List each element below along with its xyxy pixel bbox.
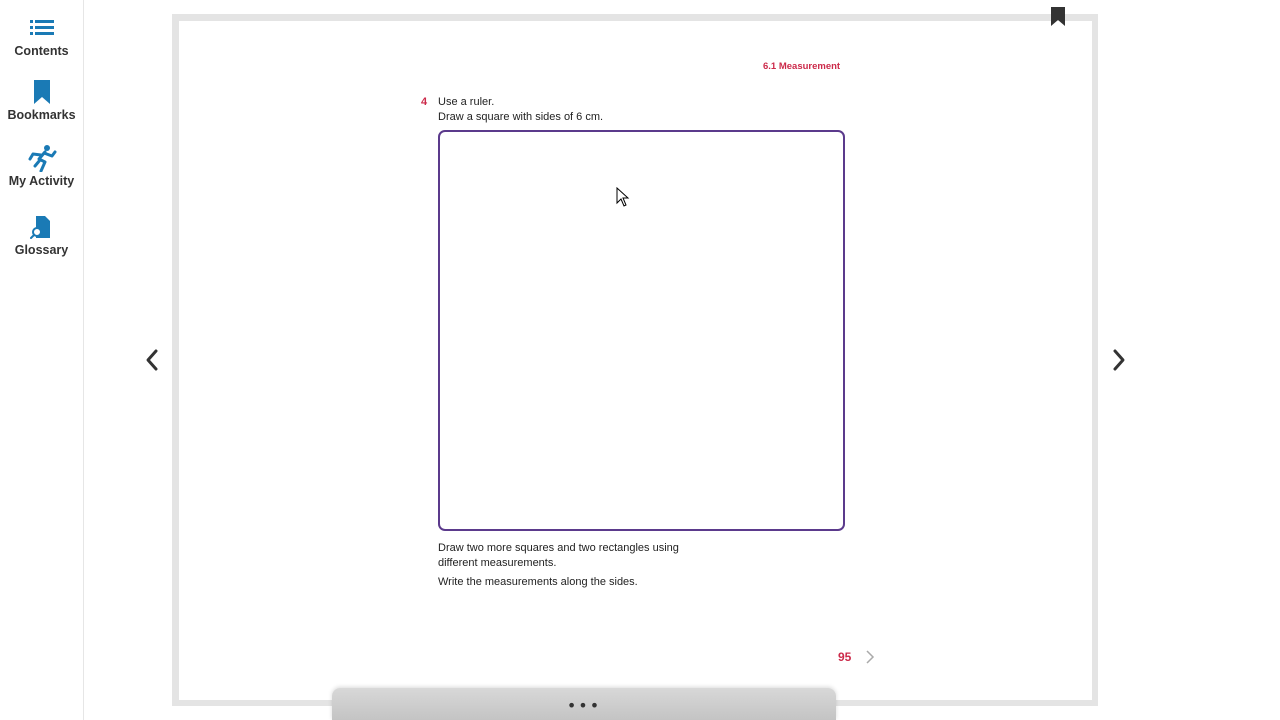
followup-line-1: Draw two more squares and two rectangles… — [438, 542, 679, 554]
sidebar-item-contents[interactable]: Contents — [0, 14, 83, 58]
bookmark-icon — [33, 80, 50, 104]
sidebar-item-glossary[interactable]: Glossary — [0, 213, 83, 257]
toolbar-toggle[interactable]: ••• — [332, 688, 836, 720]
sidebar: Contents Bookmarks My Activity Glossary — [0, 0, 84, 720]
section-header: 6.1 Measurement — [763, 61, 841, 72]
list-icon — [29, 20, 54, 35]
question-number: 4 — [421, 96, 428, 108]
mouse-cursor-icon — [616, 187, 630, 207]
bookmark-page-icon[interactable] — [1049, 7, 1067, 27]
sidebar-item-my-activity[interactable]: My Activity — [0, 144, 83, 188]
page-number: 95 — [838, 650, 852, 664]
previous-page-arrow-icon[interactable] — [139, 346, 165, 374]
glossary-search-icon — [29, 216, 50, 239]
sidebar-item-bookmarks[interactable]: Bookmarks — [0, 78, 83, 122]
followup-line-3: Write the measurements along the sides. — [438, 576, 638, 588]
sidebar-item-label: Bookmarks — [7, 108, 76, 122]
sidebar-item-label: My Activity — [8, 174, 75, 188]
followup-line-2: different measurements. — [438, 557, 557, 569]
next-page-arrow-icon[interactable] — [1106, 346, 1132, 374]
sidebar-item-label: Contents — [14, 44, 69, 58]
instruction-line-1: Use a ruler. — [438, 96, 495, 108]
more-dots-icon: ••• — [566, 696, 602, 715]
drawing-area[interactable] — [438, 130, 845, 531]
sidebar-item-label: Glossary — [14, 243, 69, 257]
instruction-line-2: Draw a square with sides of 6 cm. — [438, 111, 604, 123]
chevron-right-icon — [866, 650, 875, 664]
activity-runner-icon — [28, 145, 56, 172]
